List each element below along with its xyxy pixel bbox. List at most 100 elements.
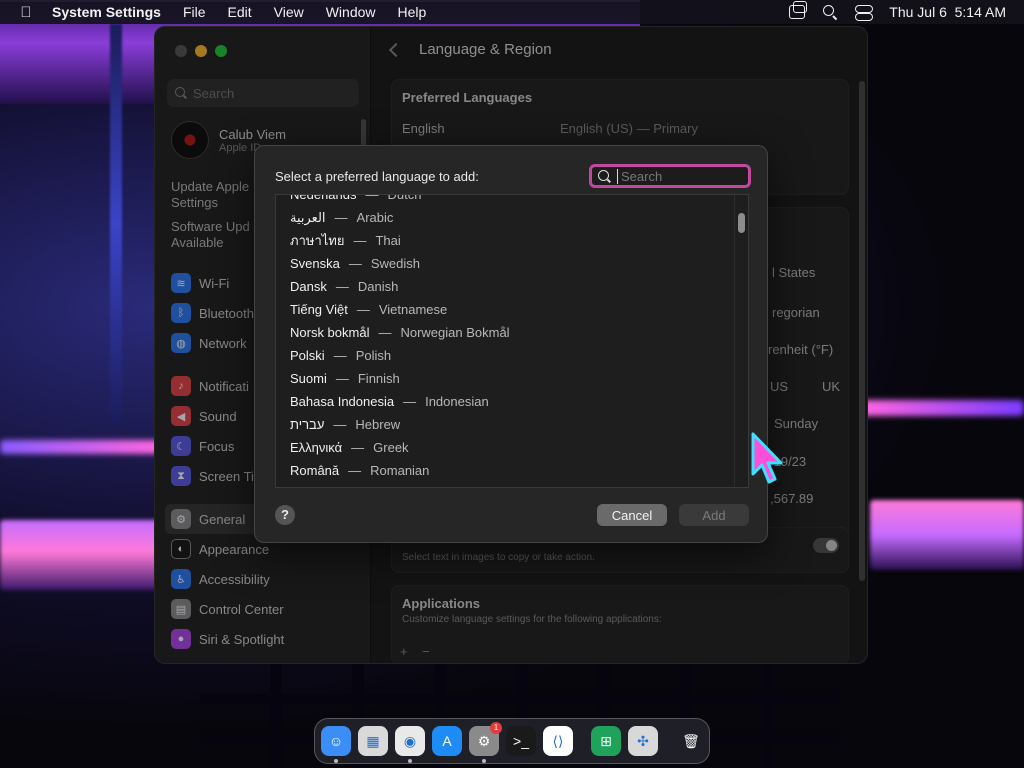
language-row[interactable]: Polski — Polish [276, 344, 748, 367]
running-indicator [482, 759, 486, 763]
sheet-title: Select a preferred language to add: [275, 169, 479, 184]
language-english-name: Swedish [370, 256, 421, 271]
language-row[interactable]: Tiếng Việt — Vietnamese [276, 298, 748, 321]
notification-badge: 1 [490, 722, 502, 734]
finder-glyph: ☺ [328, 733, 344, 749]
language-native-name: Nederlands [290, 194, 357, 202]
terminal-icon[interactable]: >_ [506, 726, 536, 756]
language-list-scroll-track[interactable] [734, 195, 748, 487]
language-native-name: Bahasa Indonesia [290, 394, 395, 409]
language-english-name: Indonesian [425, 394, 489, 409]
language-row[interactable]: Română — Romanian [276, 459, 748, 482]
vscode-glyph: ⟨⟩ [552, 732, 564, 749]
language-separator: — [353, 233, 367, 248]
language-row[interactable]: ภาษาไทย — Thai [276, 229, 748, 252]
running-indicator [334, 759, 338, 763]
compressor-glyph: ✣ [637, 732, 649, 749]
menu-window[interactable]: Window [326, 4, 376, 20]
dock: ☺ ▦ ◉ A ⚙ 1 >_ ⟨⟩ ⊞ ✣ 🗑 [314, 718, 710, 764]
language-english-name: Vietnamese [378, 302, 448, 317]
menu-help[interactable]: Help [398, 4, 427, 20]
stage-manager-icon[interactable] [789, 1, 808, 19]
language-english-name: Arabic [356, 210, 394, 225]
language-row[interactable]: עברית — Hebrew [276, 413, 748, 436]
trash-icon[interactable]: 🗑 [676, 726, 706, 756]
language-native-name: العربية [290, 209, 326, 225]
language-native-name: Română [290, 463, 340, 478]
language-separator: — [334, 210, 348, 225]
menu-file[interactable]: File [183, 4, 206, 20]
language-row[interactable]: Nederlands — Dutch [276, 194, 748, 206]
compressor-icon[interactable]: ✣ [628, 726, 658, 756]
language-english-name: Danish [357, 279, 399, 294]
control-center-menu-icon[interactable] [855, 5, 874, 21]
language-separator: — [348, 463, 362, 478]
language-english-name: Thai [375, 233, 401, 248]
language-row[interactable]: Svenska — Swedish [276, 252, 748, 275]
menu-edit[interactable]: Edit [228, 4, 252, 20]
language-separator: — [378, 325, 392, 340]
language-english-name: Finnish [357, 371, 400, 386]
language-separator: — [403, 394, 417, 409]
app-store-icon[interactable]: A [432, 726, 462, 756]
language-english-name: Norwegian Bokmål [400, 325, 510, 340]
language-native-name: Tiếng Việt [290, 302, 348, 317]
vscode-icon[interactable]: ⟨⟩ [543, 726, 573, 756]
app-store-glyph: A [442, 733, 452, 749]
language-native-name: Ελληνικά [290, 440, 343, 455]
language-native-name: Norsk bokmål [290, 325, 370, 340]
add-language-sheet: Select a preferred language to add: Nede… [254, 145, 768, 543]
language-english-name: Dutch [387, 194, 422, 202]
help-button[interactable]: ? [275, 505, 295, 525]
language-row[interactable]: Dansk — Danish [276, 275, 748, 298]
chrome-icon[interactable]: ◉ [395, 726, 425, 763]
chrome-glyph: ◉ [403, 732, 417, 749]
search-icon [598, 169, 611, 183]
language-separator: — [365, 194, 379, 202]
add-button[interactable]: Add [679, 504, 749, 526]
menu-app-name[interactable]: System Settings [52, 4, 161, 20]
language-native-name: Svenska [290, 256, 340, 271]
language-row[interactable]: Ελληνικά — Greek [276, 436, 748, 459]
language-separator: — [348, 256, 362, 271]
language-separator: — [333, 348, 347, 363]
cancel-button[interactable]: Cancel [597, 504, 667, 526]
language-row[interactable]: Norsk bokmål — Norwegian Bokmål [276, 321, 748, 344]
language-row[interactable]: العربية — Arabic [276, 206, 748, 229]
language-native-name: עברית [290, 417, 325, 432]
language-list[interactable]: Nederlands — Dutch العربية — Arabic ภาษาไทย — Th… [275, 194, 749, 488]
system-settings-icon[interactable]: ⚙ 1 [469, 722, 502, 763]
terminal-glyph: >_ [513, 733, 529, 749]
language-row[interactable]: Bahasa Indonesia — Indonesian [276, 390, 748, 413]
menu-clock[interactable]: Thu Jul 6 5:14 AM [889, 4, 1006, 20]
language-list-scroll-thumb[interactable] [738, 213, 745, 233]
language-native-name: Polski [290, 348, 325, 363]
language-english-name: Greek [373, 440, 409, 455]
language-english-name: Romanian [370, 463, 430, 478]
language-separator: — [333, 417, 347, 432]
language-separator: — [335, 371, 349, 386]
language-separator: — [351, 440, 365, 455]
language-search-field[interactable] [589, 164, 751, 188]
trash-glyph: 🗑 [682, 732, 700, 749]
language-row[interactable]: Suomi — Finnish [276, 367, 748, 390]
menu-view[interactable]: View [274, 4, 304, 20]
language-separator: — [335, 279, 349, 294]
apple-menu-icon[interactable]:  [0, 4, 52, 21]
spotlight-icon[interactable] [823, 5, 837, 19]
language-native-name: ภาษาไทย [290, 233, 345, 248]
table-app-icon[interactable]: ⊞ [591, 726, 621, 756]
table-app-glyph: ⊞ [600, 732, 612, 749]
running-indicator [408, 759, 412, 763]
language-search-input[interactable] [617, 168, 737, 184]
mouse-pointer-icon [751, 432, 783, 484]
system-settings-glyph: ⚙ [477, 732, 491, 749]
language-separator: — [356, 302, 370, 317]
language-native-name: Dansk [290, 279, 327, 294]
finder-icon[interactable]: ☺ [321, 726, 351, 763]
language-native-name: Suomi [290, 371, 327, 386]
launchpad-icon[interactable]: ▦ [358, 726, 388, 756]
menu-bar:  System Settings File Edit View Window … [0, 0, 1024, 24]
language-english-name: Hebrew [355, 417, 401, 432]
language-english-name: Polish [355, 348, 392, 363]
